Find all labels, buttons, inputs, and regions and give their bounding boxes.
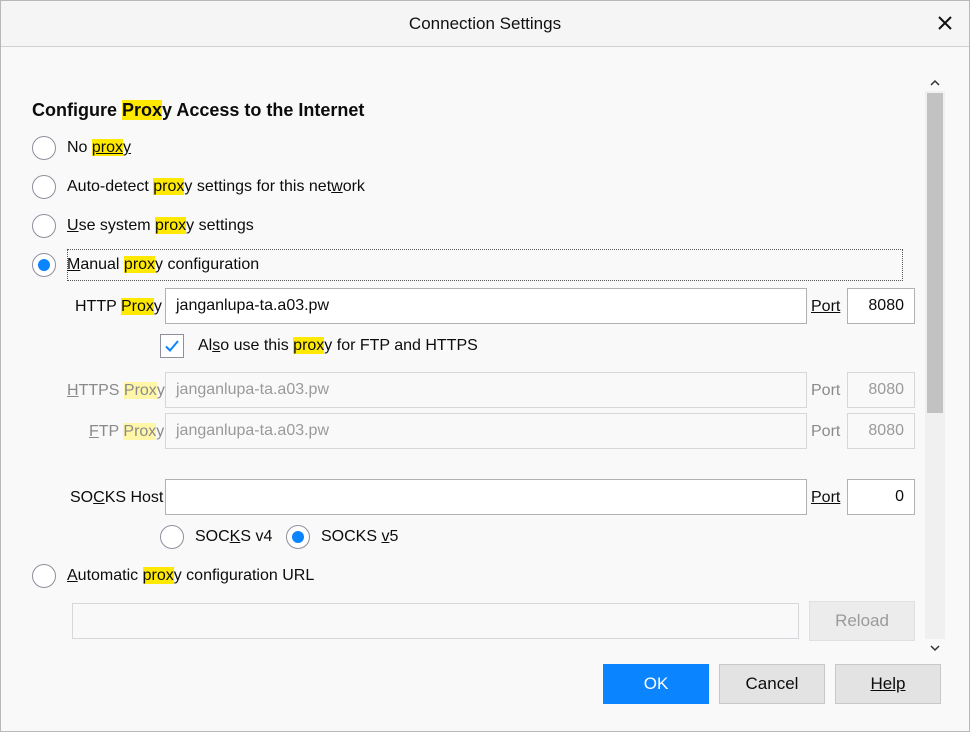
also-use-proxy-checkbox-row[interactable]: Also use this proxy for FTP and HTTPS [160,334,478,358]
radio-label: Manual proxy configuration [67,256,260,273]
radio-label: Auto-detect proxy settings for this netw… [67,178,365,195]
radio-label: SOCKS v5 [321,528,399,545]
scroll-track[interactable] [925,91,945,639]
http-port-label: Port [811,298,841,315]
close-icon [938,16,952,30]
chevron-down-icon [930,644,940,651]
ftp-proxy-label: FTP Proxy [89,423,165,440]
socks-port-label: Port [811,489,841,506]
section-heading: Configure Proxy Access to the Internet [32,100,365,120]
socks-port-input[interactable]: 0 [847,479,915,515]
socks-host-label: SOCKS Host [70,489,164,506]
radio-button[interactable] [32,253,56,277]
radio-system-proxy[interactable]: Use system proxy settings [32,214,254,238]
radio-dot [292,531,304,543]
https-proxy-input[interactable]: janganlupa-ta.a03.pw [165,372,807,408]
radio-button[interactable] [32,564,56,588]
http-proxy-input[interactable]: janganlupa-ta.a03.pw [165,288,807,324]
connection-settings-dialog: Connection Settings Configure Proxy Acce… [0,0,970,732]
radio-label: SOCKS v4 [195,528,273,545]
ok-button[interactable]: OK [603,664,709,704]
http-proxy-label: HTTP Proxy [75,298,162,315]
ftp-port-input[interactable]: 8080 [847,413,915,449]
checkbox-label: Also use this proxy for FTP and HTTPS [198,337,478,354]
radio-label: Use system proxy settings [67,217,254,234]
http-port-input[interactable]: 8080 [847,288,915,324]
auto-proxy-url-input[interactable] [72,603,799,639]
reload-button[interactable]: Reload [809,601,915,641]
chevron-up-icon [930,79,940,86]
radio-button[interactable] [160,525,184,549]
close-button[interactable] [933,11,957,35]
https-proxy-label: HTTPS Proxy [67,382,165,399]
scroll-up-button[interactable] [925,73,945,91]
socks-host-input[interactable] [165,479,807,515]
vertical-scrollbar[interactable] [925,73,945,657]
ftp-proxy-input[interactable]: janganlupa-ta.a03.pw [165,413,807,449]
radio-label: No proxy [67,139,132,156]
also-use-proxy-checkbox[interactable] [160,334,184,358]
radio-label: Automatic proxy configuration URL [67,567,315,584]
radio-no-proxy[interactable]: No proxy [32,136,131,160]
scroll-down-button[interactable] [925,639,945,657]
radio-auto-proxy-url[interactable]: Automatic proxy configuration URL [32,564,314,588]
https-port-input[interactable]: 8080 [847,372,915,408]
radio-dot [38,259,50,271]
radio-manual-proxy[interactable]: Manual proxy configuration [32,253,259,277]
radio-button[interactable] [32,136,56,160]
radio-auto-detect[interactable]: Auto-detect proxy settings for this netw… [32,175,365,199]
https-port-label: Port [811,382,841,399]
help-button[interactable]: Help [835,664,941,704]
radio-button[interactable] [32,175,56,199]
dialog-title: Connection Settings [408,13,562,33]
radio-socks-v5[interactable]: SOCKS v5 [286,525,398,549]
ftp-port-label: Port [811,423,841,440]
scroll-thumb[interactable] [927,93,943,413]
radio-socks-v4[interactable]: SOCKS v4 [160,525,272,549]
radio-button[interactable] [286,525,310,549]
title-bar: Connection Settings [1,1,969,47]
dialog-content: Configure Proxy Access to the Internet N… [1,48,923,658]
radio-button[interactable] [32,214,56,238]
checkmark-icon [165,340,179,352]
cancel-button[interactable]: Cancel [719,664,825,704]
